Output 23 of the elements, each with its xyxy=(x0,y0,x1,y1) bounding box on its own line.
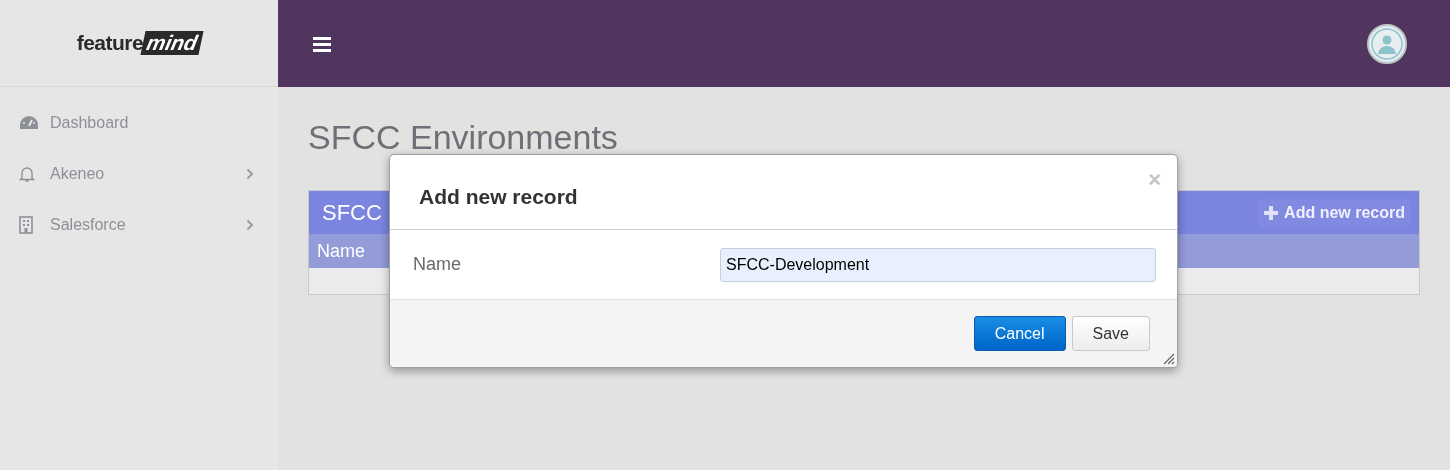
sidebar-item[interactable]: Dashboard xyxy=(0,97,278,148)
cancel-button[interactable]: Cancel xyxy=(973,316,1066,351)
chevron-right-icon xyxy=(246,218,254,231)
bell-icon xyxy=(19,164,35,183)
add-record-button[interactable]: Add new record xyxy=(1258,198,1411,227)
close-button[interactable]: × xyxy=(1148,169,1161,191)
name-field[interactable]: SFCC-Development xyxy=(720,247,1156,282)
resize-grip-icon[interactable] xyxy=(1161,351,1175,365)
sidebar-item[interactable]: Akeneo xyxy=(0,148,278,199)
avatar-icon[interactable] xyxy=(1367,23,1407,64)
gauge-icon xyxy=(19,114,39,131)
menu-icon[interactable] xyxy=(313,35,331,52)
column-header[interactable]: Name xyxy=(317,237,365,265)
page-title: SFCC Environments xyxy=(308,117,619,157)
plus-icon xyxy=(1264,205,1279,220)
logo[interactable]: featuremind xyxy=(0,0,278,87)
save-button[interactable]: Save xyxy=(1071,316,1150,351)
building-icon xyxy=(19,215,33,234)
sidebar-item[interactable]: Salesforce xyxy=(0,199,278,250)
field-label: Name xyxy=(413,253,462,276)
dialog-title: Add new record xyxy=(419,184,578,210)
chevron-right-icon xyxy=(246,167,254,180)
panel-title: SFCC xyxy=(322,199,382,227)
